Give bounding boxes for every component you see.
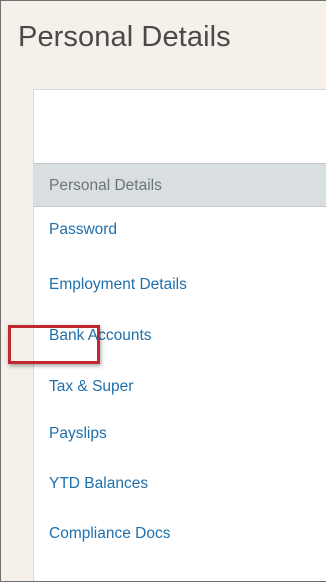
nav-item-payslips[interactable]: Payslips [34,412,326,456]
page-title: Personal Details [18,21,231,53]
nav-item-compliance-docs[interactable]: Compliance Docs [34,512,326,556]
personal-details-page: Personal Details Personal Details Passwo… [0,0,326,582]
nav-item-tax-super[interactable]: Tax & Super [34,365,326,409]
nav-section-personal-details[interactable]: Personal Details [34,163,326,207]
nav-item-password[interactable]: Password [34,208,326,252]
nav-item-ytd-balances[interactable]: YTD Balances [34,462,326,506]
nav-item-bank-accounts[interactable]: Bank Accounts [34,314,326,358]
nav-item-employment-details[interactable]: Employment Details [34,263,326,307]
personal-details-nav: Personal Details Password Employment Det… [33,89,326,581]
